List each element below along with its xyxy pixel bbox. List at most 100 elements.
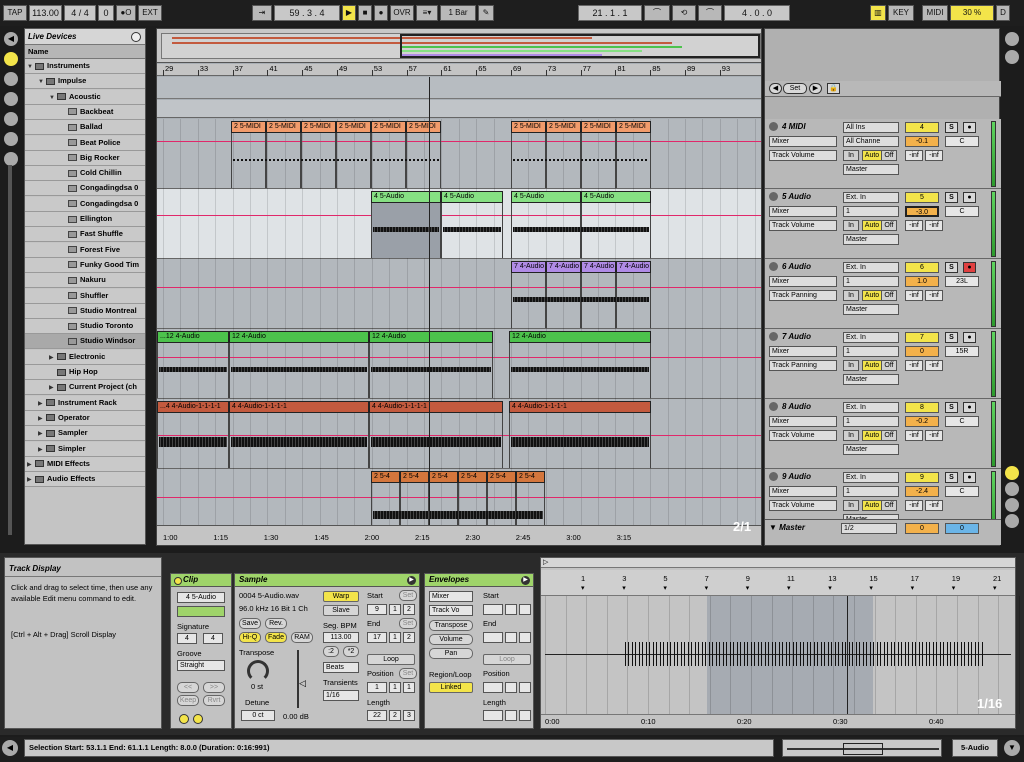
loop-brace-lane[interactable]: [157, 100, 761, 118]
hot-swap-icon[interactable]: [4, 152, 18, 166]
pan-field[interactable]: C: [945, 486, 979, 497]
clip[interactable]: 4 5-Audio: [511, 191, 581, 203]
track-fold-icon[interactable]: [769, 332, 778, 342]
track-fold-icon[interactable]: [769, 262, 778, 272]
clip[interactable]: 2 5-MIDI: [616, 121, 651, 133]
warp-marker-icon[interactable]: ▾: [993, 584, 997, 592]
next-locator-icon[interactable]: ▶: [809, 83, 822, 94]
monitor-off-button[interactable]: Off: [881, 360, 897, 371]
monitor-auto-button[interactable]: Auto: [862, 430, 882, 441]
master-cue-select[interactable]: 1/2: [841, 523, 897, 534]
track-name[interactable]: 8 Audio: [769, 402, 811, 412]
warp-marker-icon[interactable]: ▾: [869, 584, 873, 592]
transpose-knob[interactable]: [247, 660, 269, 682]
quantize-select[interactable]: 1 Bar: [440, 5, 476, 21]
browser-item[interactable]: Funky Good Tim: [25, 257, 145, 273]
browser-item[interactable]: ▶ Audio Effects: [25, 472, 145, 488]
file-browser-2-icon[interactable]: [4, 112, 18, 126]
monitor-auto-button[interactable]: Auto: [862, 150, 882, 161]
envelope-volume-button[interactable]: Volume: [429, 634, 473, 645]
expanded-triangle-icon[interactable]: ▼: [38, 75, 46, 88]
groove-amount[interactable]: 0: [98, 5, 114, 21]
envelopes-toggle-icon[interactable]: ▶: [521, 576, 530, 585]
send-a-field[interactable]: -inf: [905, 150, 923, 161]
notes-icon[interactable]: [193, 714, 203, 724]
track-activator[interactable]: 4: [905, 122, 939, 133]
tap-button[interactable]: TAP: [3, 5, 27, 21]
output-select[interactable]: Master: [843, 444, 899, 455]
device-browser-icon[interactable]: [4, 52, 18, 66]
track-header[interactable]: 8 Audio Mixer Track Volume Ext. In 1 In Auto Of…: [765, 399, 1001, 469]
monitor-auto-button[interactable]: Auto: [862, 360, 882, 371]
length-bar[interactable]: 22: [367, 710, 387, 721]
browser-item[interactable]: ▼ Impulse: [25, 74, 145, 90]
automation-device-select[interactable]: Track Volume: [769, 220, 837, 231]
groove-select[interactable]: Straight: [177, 660, 225, 671]
position-set-button[interactable]: Set: [399, 668, 417, 679]
sample-waveform[interactable]: [541, 596, 1020, 714]
volume-field[interactable]: 1.0: [905, 276, 939, 287]
track-output-type[interactable]: Mixer: [769, 276, 837, 287]
solo-button[interactable]: S: [945, 262, 958, 273]
monitor-in-button[interactable]: In: [843, 500, 859, 511]
clip[interactable]: 7 4-Audio: [616, 261, 651, 273]
master-pan[interactable]: 0: [945, 523, 979, 534]
automation-device-select[interactable]: Track Volume: [769, 500, 837, 511]
track-header[interactable]: 4 MIDI Mixer Track Volume All Ins All Channe…: [765, 119, 1001, 189]
play-button[interactable]: ▶: [342, 5, 356, 21]
end-bar[interactable]: 17: [367, 632, 387, 643]
input-type-select[interactable]: Ext. In: [843, 192, 899, 203]
clip[interactable]: 4 4-Audio-1-1-1-1: [509, 401, 651, 413]
output-select[interactable]: Master: [843, 304, 899, 315]
loop-button[interactable]: Loop: [367, 654, 415, 665]
input-type-select[interactable]: Ext. In: [843, 472, 899, 483]
loop-start-field[interactable]: 21 . 1 . 1: [578, 5, 642, 21]
clip-color-select[interactable]: [177, 606, 225, 617]
tempo-field[interactable]: 113.00: [29, 5, 62, 21]
nudge-back-button[interactable]: <<: [177, 682, 199, 693]
clip[interactable]: 2 5-MIDI: [546, 121, 581, 133]
clip[interactable]: ...12 4-Audio: [157, 331, 229, 343]
clip[interactable]: 12 4-Audio: [369, 331, 493, 343]
file-browser-1-icon[interactable]: [4, 92, 18, 106]
volume-field[interactable]: -0.1: [905, 136, 939, 147]
env-start-bar[interactable]: [483, 604, 503, 615]
arrangement-view-icon[interactable]: [1005, 50, 1019, 64]
sample-time-ruler[interactable]: 0:00 0:10 0:20 0:30 0:40: [541, 714, 1015, 728]
collapsed-triangle-icon[interactable]: ▶: [27, 473, 35, 486]
volume-field[interactable]: 0: [905, 346, 939, 357]
monitor-auto-button[interactable]: Auto: [862, 500, 882, 511]
track-name[interactable]: 4 MIDI: [769, 122, 806, 132]
browser-item[interactable]: Hip Hop: [25, 365, 145, 380]
midi-map-button[interactable]: MIDI: [922, 5, 948, 21]
browser-item[interactable]: ▶ Simpler: [25, 441, 145, 457]
warp-marker-icon[interactable]: ▾: [705, 584, 709, 592]
solo-button[interactable]: S: [945, 192, 958, 203]
monitor-off-button[interactable]: Off: [881, 220, 897, 231]
browser-item[interactable]: Congadingdsa 0: [25, 196, 145, 212]
launch-icon[interactable]: [179, 714, 189, 724]
env-position-sixteenth[interactable]: [519, 682, 531, 693]
monitor-in-button[interactable]: In: [843, 430, 859, 441]
envelope-transpose-button[interactable]: Transpose: [429, 620, 473, 631]
monitor-off-button[interactable]: Off: [881, 150, 897, 161]
sends-toggle-icon[interactable]: [1005, 482, 1019, 496]
input-type-select[interactable]: Ext. In: [843, 332, 899, 343]
quantize-menu-icon[interactable]: ≡▾: [416, 5, 438, 21]
browser-item[interactable]: ▶ Operator: [25, 410, 145, 426]
sample-start-marker-icon[interactable]: ▷: [543, 558, 548, 566]
browser-item[interactable]: Ellington: [25, 212, 145, 227]
browser-item[interactable]: Beat Police: [25, 135, 145, 151]
browser-column-name[interactable]: Name: [25, 45, 145, 59]
punch-in-icon[interactable]: ⌒: [644, 5, 670, 21]
clip[interactable]: 4 4-Audio-1-1-1-1: [369, 401, 503, 413]
automation-device-select[interactable]: Track Panning: [769, 290, 837, 301]
pan-field[interactable]: 15R: [945, 346, 979, 357]
clip[interactable]: 2 5-MIDI: [301, 121, 336, 133]
browser-item[interactable]: ▶ Instrument Rack: [25, 395, 145, 411]
arm-button[interactable]: ●: [963, 472, 976, 483]
envelope-device-select[interactable]: Mixer: [429, 591, 473, 602]
envelope-control-select[interactable]: Track Vo: [429, 605, 473, 616]
send-b-field[interactable]: -inf: [925, 360, 943, 371]
plugin-browser-icon[interactable]: [4, 72, 18, 86]
